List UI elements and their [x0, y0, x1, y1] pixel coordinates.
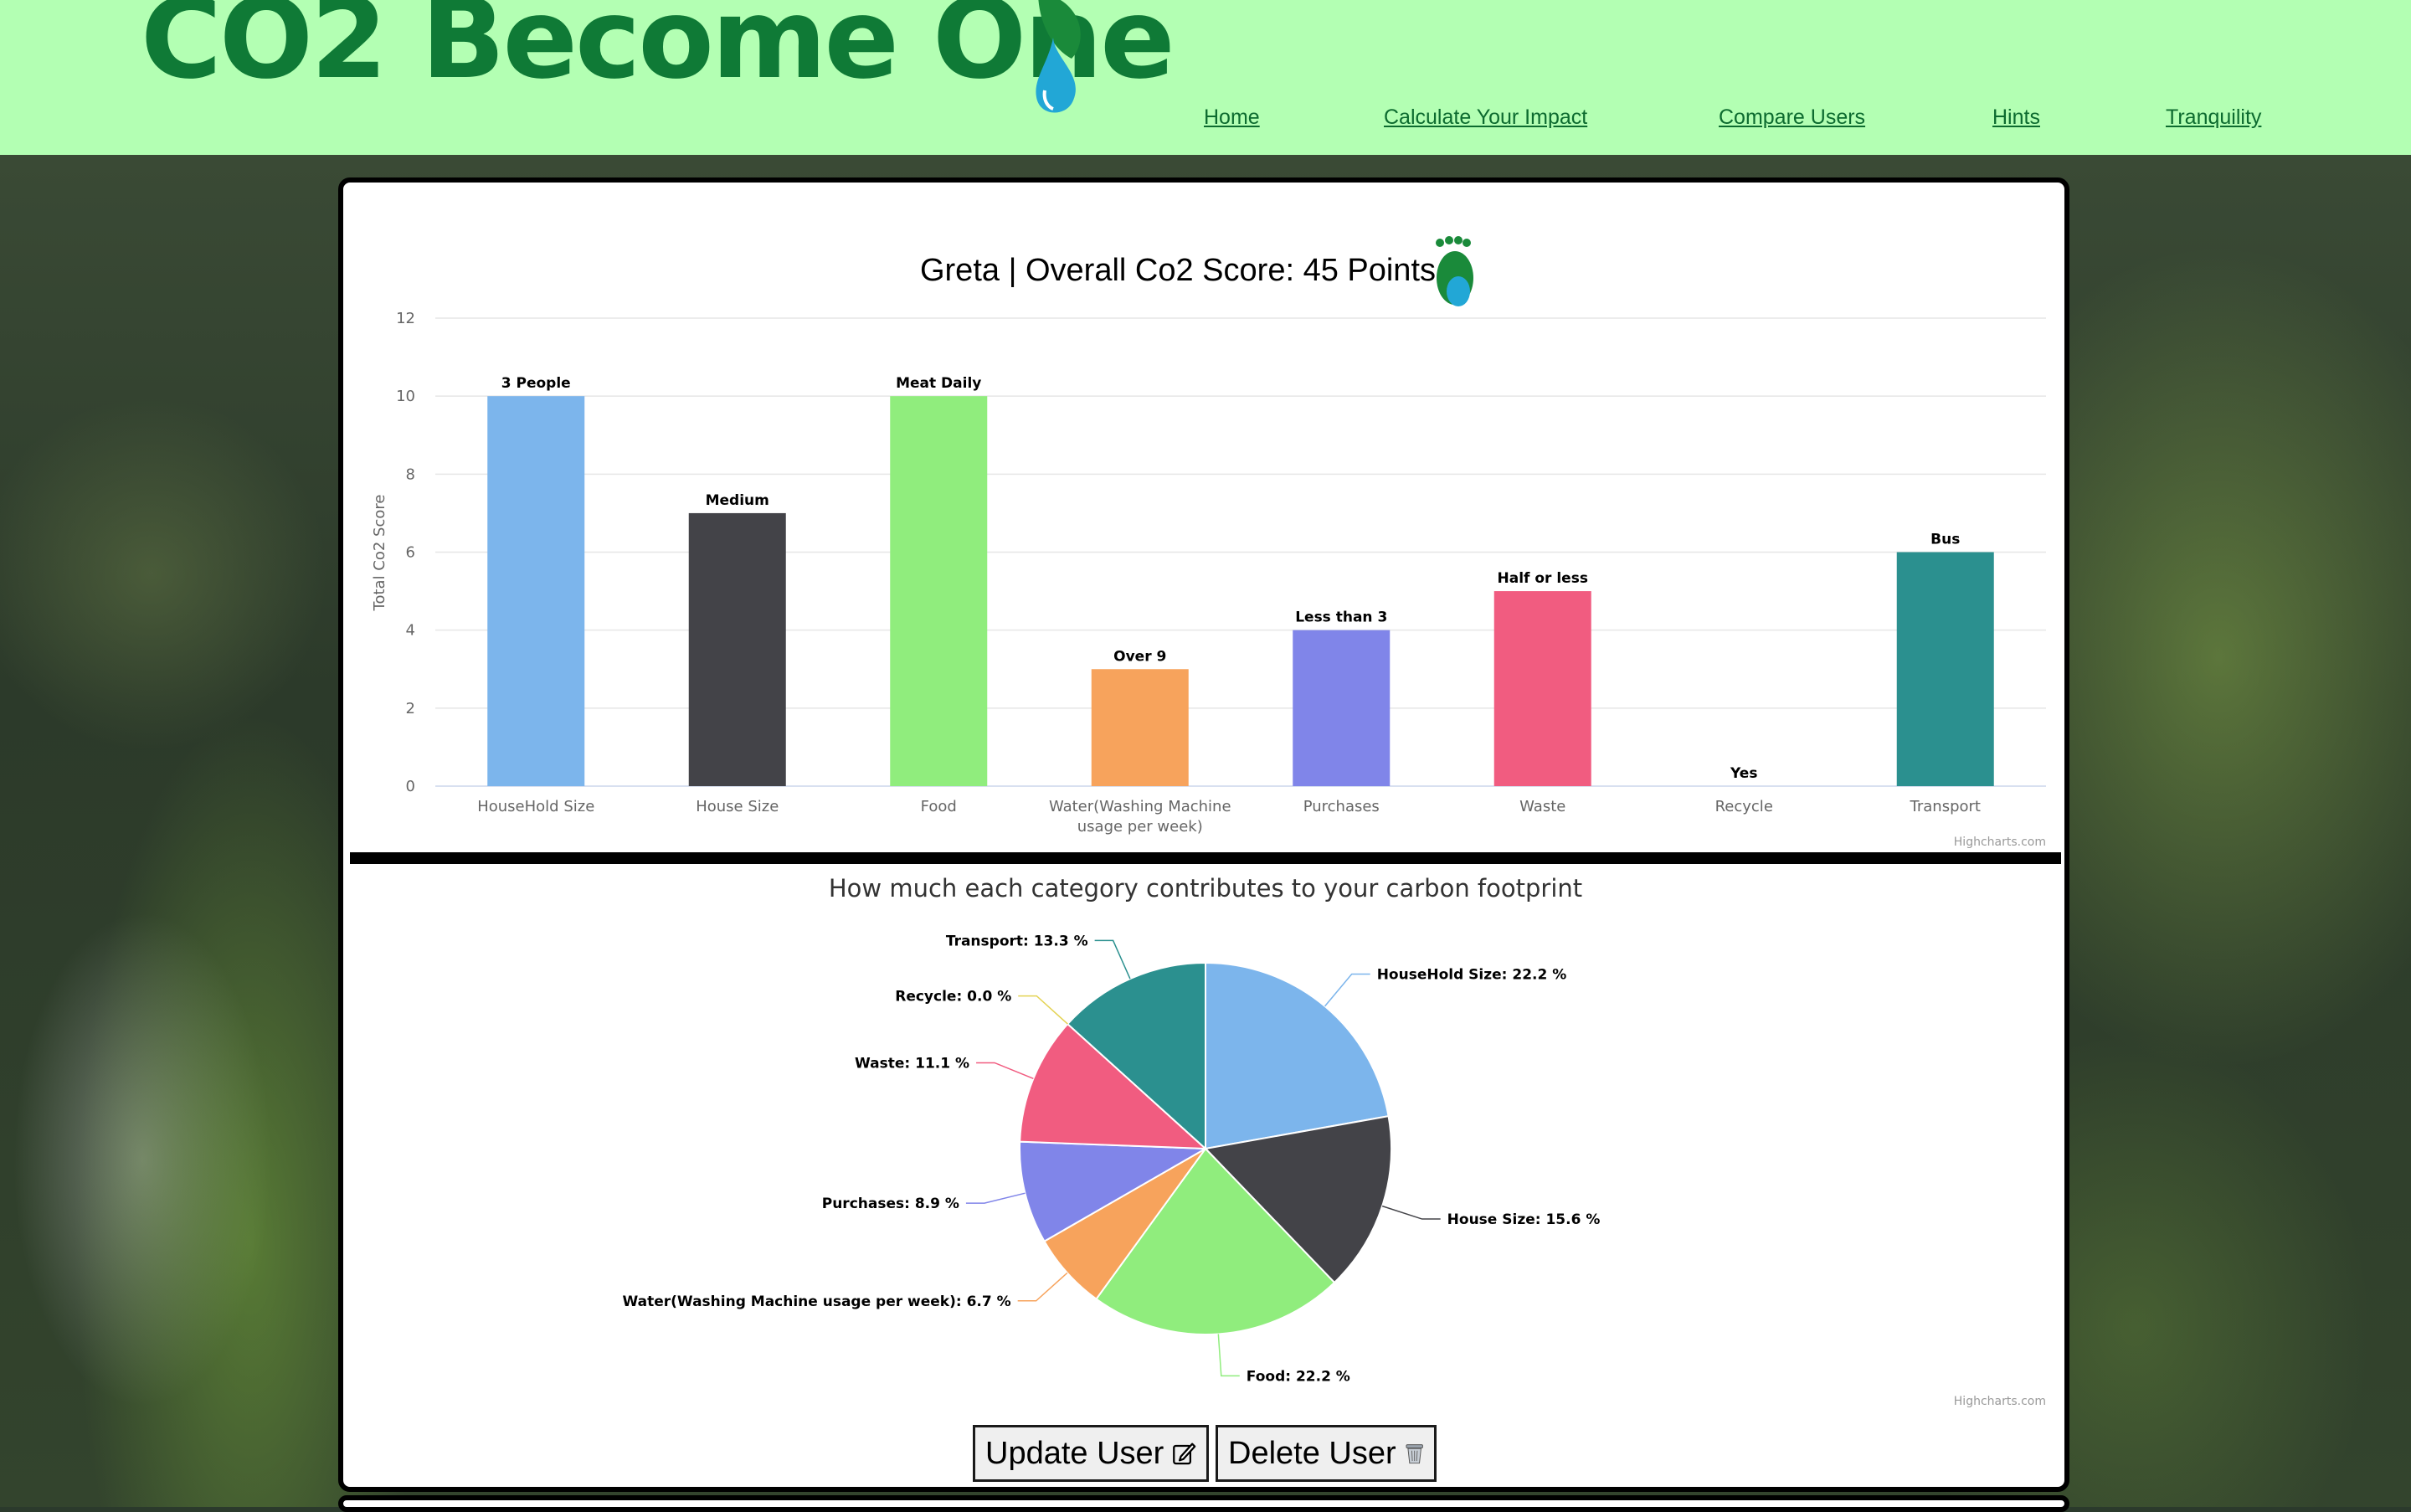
pie-label: Food: 22.2 % [1247, 1368, 1350, 1385]
trash-icon [1406, 1444, 1423, 1464]
next-panel-edge [338, 1495, 2069, 1512]
co2-pie-chart: How much each category contributes to yo… [623, 874, 2046, 1408]
pie-connector [1324, 973, 1370, 1007]
pie-series [1019, 961, 1392, 1335]
pie-label: Recycle: 0.0 % [895, 989, 1011, 1005]
pie-connector [976, 1062, 1034, 1080]
pie-label: Transport: 13.3 % [946, 933, 1088, 949]
pie-label: House Size: 15.6 % [1447, 1211, 1601, 1228]
pie-label: HouseHold Size: 22.2 % [1377, 967, 1567, 984]
pie-chart-credits[interactable]: Highcharts.com [1954, 1395, 2046, 1408]
update-user-label: Update User [985, 1435, 1164, 1471]
delete-user-label: Delete User [1228, 1435, 1396, 1471]
pie-connector [1017, 1272, 1068, 1302]
update-user-button[interactable]: Update User [973, 1425, 1209, 1482]
pie-connector [1094, 939, 1131, 980]
pie-connector [965, 1192, 1026, 1204]
pie-chart-title: How much each category contributes to yo… [829, 874, 1582, 903]
pie-label: Water(Washing Machine usage per week): 6… [623, 1293, 1011, 1310]
pie-connector [1018, 995, 1068, 1025]
pie-label: Waste: 11.1 % [855, 1055, 969, 1072]
pie-connector [1381, 1205, 1441, 1220]
edit-icon [1173, 1443, 1196, 1465]
delete-user-button[interactable]: Delete User [1216, 1425, 1437, 1482]
pie-connector [1217, 1334, 1240, 1377]
pie-label: Purchases: 8.9 % [822, 1196, 959, 1212]
